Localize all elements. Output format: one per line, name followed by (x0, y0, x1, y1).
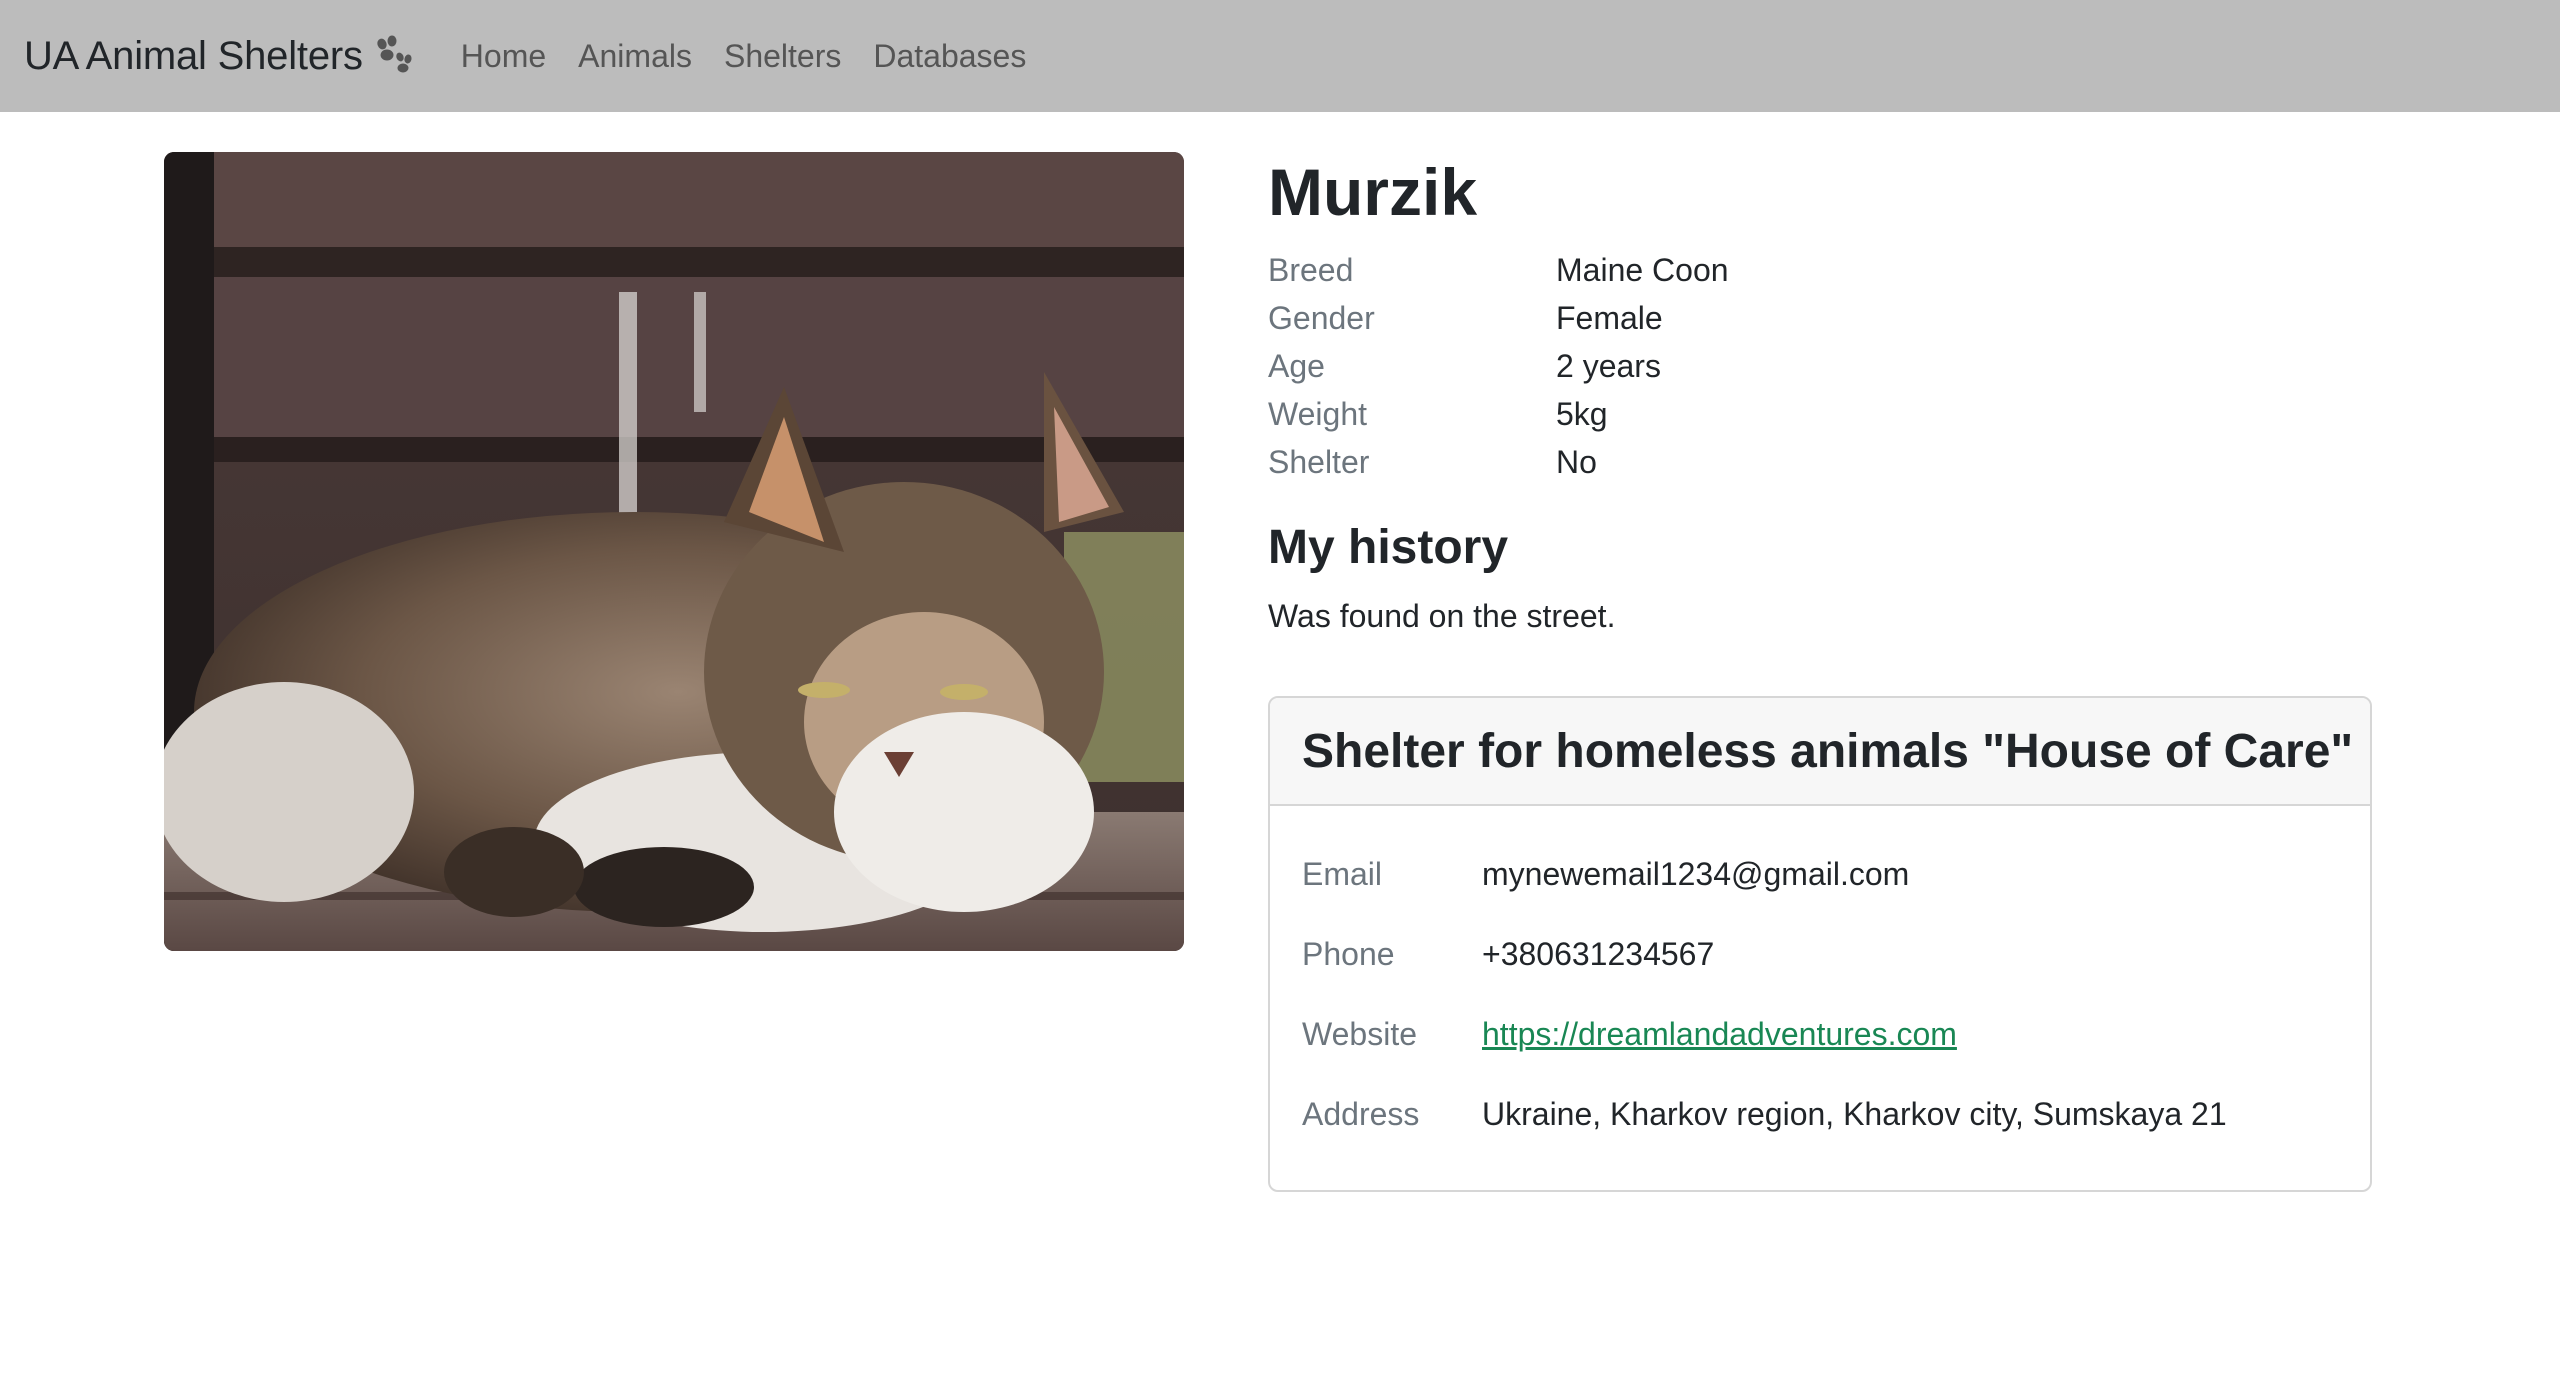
attr-row-age: Age 2 years (1268, 342, 2372, 390)
shelter-row-phone: Phone +380631234567 (1302, 914, 2370, 994)
attr-row-gender: Gender Female (1268, 294, 2372, 342)
brand-title: UA Animal Shelters (24, 33, 363, 78)
attr-label: Breed (1268, 251, 1354, 288)
attr-value: Maine Coon (1556, 251, 1729, 288)
top-navbar: UA Animal Shelters Home Animals Shelters… (0, 0, 2560, 112)
shelter-address: Ukraine, Kharkov region, Kharkov city, S… (1482, 1095, 2227, 1132)
shelter-email: mynewemail1234@gmail.com (1482, 855, 1910, 892)
attr-value: No (1556, 443, 1597, 480)
cat-photo-illustration (164, 152, 1184, 951)
history-heading: My history (1268, 521, 1509, 574)
shelter-title: Shelter for homeless animals "House of C… (1302, 724, 2354, 778)
shelter-card: Shelter for homeless animals "House of C… (1268, 696, 2372, 1192)
attr-value: 5kg (1556, 395, 1608, 432)
attr-row-weight: Weight 5kg (1268, 390, 2372, 438)
paw-icon (377, 35, 412, 73)
animal-photo (164, 152, 1184, 951)
nav-animals[interactable]: Animals (578, 38, 692, 75)
attr-row-shelter: Shelter No (1268, 438, 2372, 486)
shelter-website-link[interactable]: https://dreamlandadventures.com (1482, 1016, 1957, 1053)
attr-label: Shelter (1268, 443, 1370, 480)
shelter-row-address: Address Ukraine, Kharkov region, Kharkov… (1302, 1074, 2370, 1154)
animal-info: Murzik Breed Maine Coon Gender Female Ag… (1268, 152, 2372, 638)
shelter-card-header: Shelter for homeless animals "House of C… (1270, 698, 2370, 806)
shelter-label: Phone (1302, 935, 1395, 972)
shelter-label: Website (1302, 1015, 1418, 1052)
attr-label: Weight (1268, 395, 1368, 432)
nav-shelters[interactable]: Shelters (724, 38, 841, 75)
history-text: Was found on the street. (1268, 598, 1616, 634)
attr-value: Female (1556, 299, 1663, 336)
attr-label: Age (1268, 347, 1325, 384)
shelter-row-website: Website https://dreamlandadventures.com (1302, 994, 2370, 1074)
attr-value: 2 years (1556, 347, 1661, 384)
shelter-label: Email (1302, 855, 1383, 892)
nav-home[interactable]: Home (461, 38, 546, 75)
brand-link[interactable]: UA Animal Shelters (24, 34, 415, 79)
shelter-phone: +380631234567 (1482, 935, 1715, 972)
attr-row-breed: Breed Maine Coon (1268, 246, 2372, 294)
attr-label: Gender (1268, 299, 1375, 336)
nav-databases[interactable]: Databases (873, 38, 1026, 75)
animal-name: Murzik (1268, 155, 1478, 229)
shelter-label: Address (1302, 1095, 1420, 1132)
shelter-row-email: Email mynewemail1234@gmail.com (1302, 834, 2370, 914)
shelter-card-body: Email mynewemail1234@gmail.com Phone +38… (1270, 806, 2370, 1154)
